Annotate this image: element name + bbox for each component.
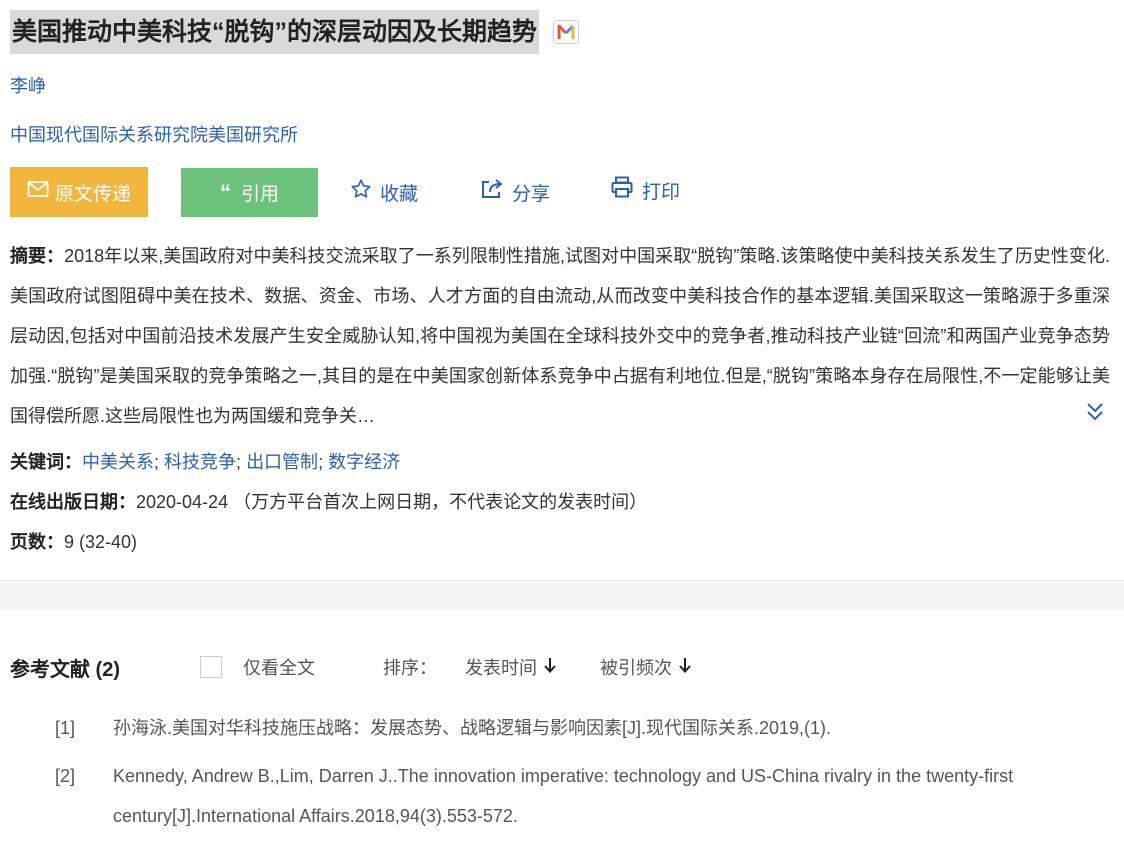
organization-link[interactable]: 中国现代国际关系研究院美国研究所 <box>10 121 298 147</box>
full-text-transfer-label: 原文传递 <box>54 183 131 205</box>
reference-text[interactable]: 孙海泳.美国对华科技施压战略：发展态势、战略逻辑与影响因素[J].现代国际关系.… <box>113 708 1103 748</box>
favorite-button[interactable]: 收藏 <box>350 167 418 217</box>
keyword-link[interactable]: 数字经济 <box>328 452 400 472</box>
printer-icon <box>610 175 634 205</box>
sort-by-date-button[interactable]: 发表时间 <box>465 654 557 680</box>
abstract-label: 摘要： <box>10 246 65 266</box>
arrow-down-icon <box>678 656 692 679</box>
keyword-link[interactable]: 出口管制 <box>246 452 318 472</box>
cite-label: 引用 <box>240 184 279 205</box>
cite-button[interactable]: “ 引用 <box>181 168 318 217</box>
keyword-link[interactable]: 科技竞争 <box>164 452 236 472</box>
print-label: 打印 <box>642 181 681 203</box>
quote-icon: “ <box>219 179 231 205</box>
arrow-down-icon <box>543 656 557 679</box>
keywords-label: 关键词： <box>10 452 82 472</box>
author-link[interactable]: 李峥 <box>10 72 46 98</box>
references-title: 参考文献 (2) <box>10 659 120 681</box>
envelope-icon <box>27 180 49 204</box>
publish-date-label: 在线出版日期： <box>10 492 136 512</box>
pages-row: 页数：9 (32-40) <box>10 528 137 554</box>
abstract: 摘要：2018年以来,美国政府对中美科技交流采取了一系列限制性措施,试图对中国采… <box>10 236 1110 436</box>
expand-chevron-icon[interactable] <box>1086 400 1104 424</box>
reference-number: [1] <box>55 718 76 738</box>
article-title: 美国推动中美科技“脱钩”的深层动因及长期趋势 <box>10 10 540 54</box>
only-full-text-label[interactable]: 仅看全文 <box>243 654 315 680</box>
sort-by-citations-button[interactable]: 被引频次 <box>600 654 692 680</box>
keywords-row: 关键词：中美关系; 科技竞争; 出口管制; 数字经济 <box>10 452 401 472</box>
sort-by-date-label: 发表时间 <box>465 658 537 678</box>
keyword-link[interactable]: 中美关系 <box>82 452 154 472</box>
print-button[interactable]: 打印 <box>610 165 680 215</box>
reference-text[interactable]: Kennedy, Andrew B.,Lim, Darren J..The in… <box>113 756 1103 836</box>
reference-number: [2] <box>55 766 76 786</box>
abstract-text: 2018年以来,美国政府对中美科技交流采取了一系列限制性措施,试图对中国采取“脱… <box>10 246 1110 426</box>
action-bar: 原文传递 “ 引用 收藏 分享 打印 <box>10 167 770 217</box>
pages-label: 页数： <box>10 532 64 552</box>
full-text-transfer-button[interactable]: 原文传递 <box>10 167 148 217</box>
publish-date-value: 2020-04-24 <box>136 492 229 512</box>
section-divider <box>0 580 1124 610</box>
publish-date-note: （万方平台首次上网日期，不代表论文的发表时间） <box>233 492 648 512</box>
only-full-text-checkbox[interactable] <box>200 656 222 678</box>
share-label: 分享 <box>512 183 551 205</box>
sort-label: 排序： <box>383 658 437 678</box>
sort-by-citations-label: 被引频次 <box>600 658 672 678</box>
pages-value: 9 (32-40) <box>64 532 138 552</box>
share-icon <box>480 178 504 206</box>
share-button[interactable]: 分享 <box>480 167 550 217</box>
title-row: 美国推动中美科技“脱钩”的深层动因及长期趋势 <box>10 10 580 54</box>
references-header: 参考文献 (2) 仅看全文 排序： 发表时间 被引频次 <box>10 646 1110 686</box>
star-icon <box>350 178 372 206</box>
m-multicolor-icon[interactable] <box>553 20 580 44</box>
publish-date-row: 在线出版日期：2020-04-24 （万方平台首次上网日期，不代表论文的发表时间… <box>10 488 647 514</box>
favorite-label: 收藏 <box>380 183 419 205</box>
